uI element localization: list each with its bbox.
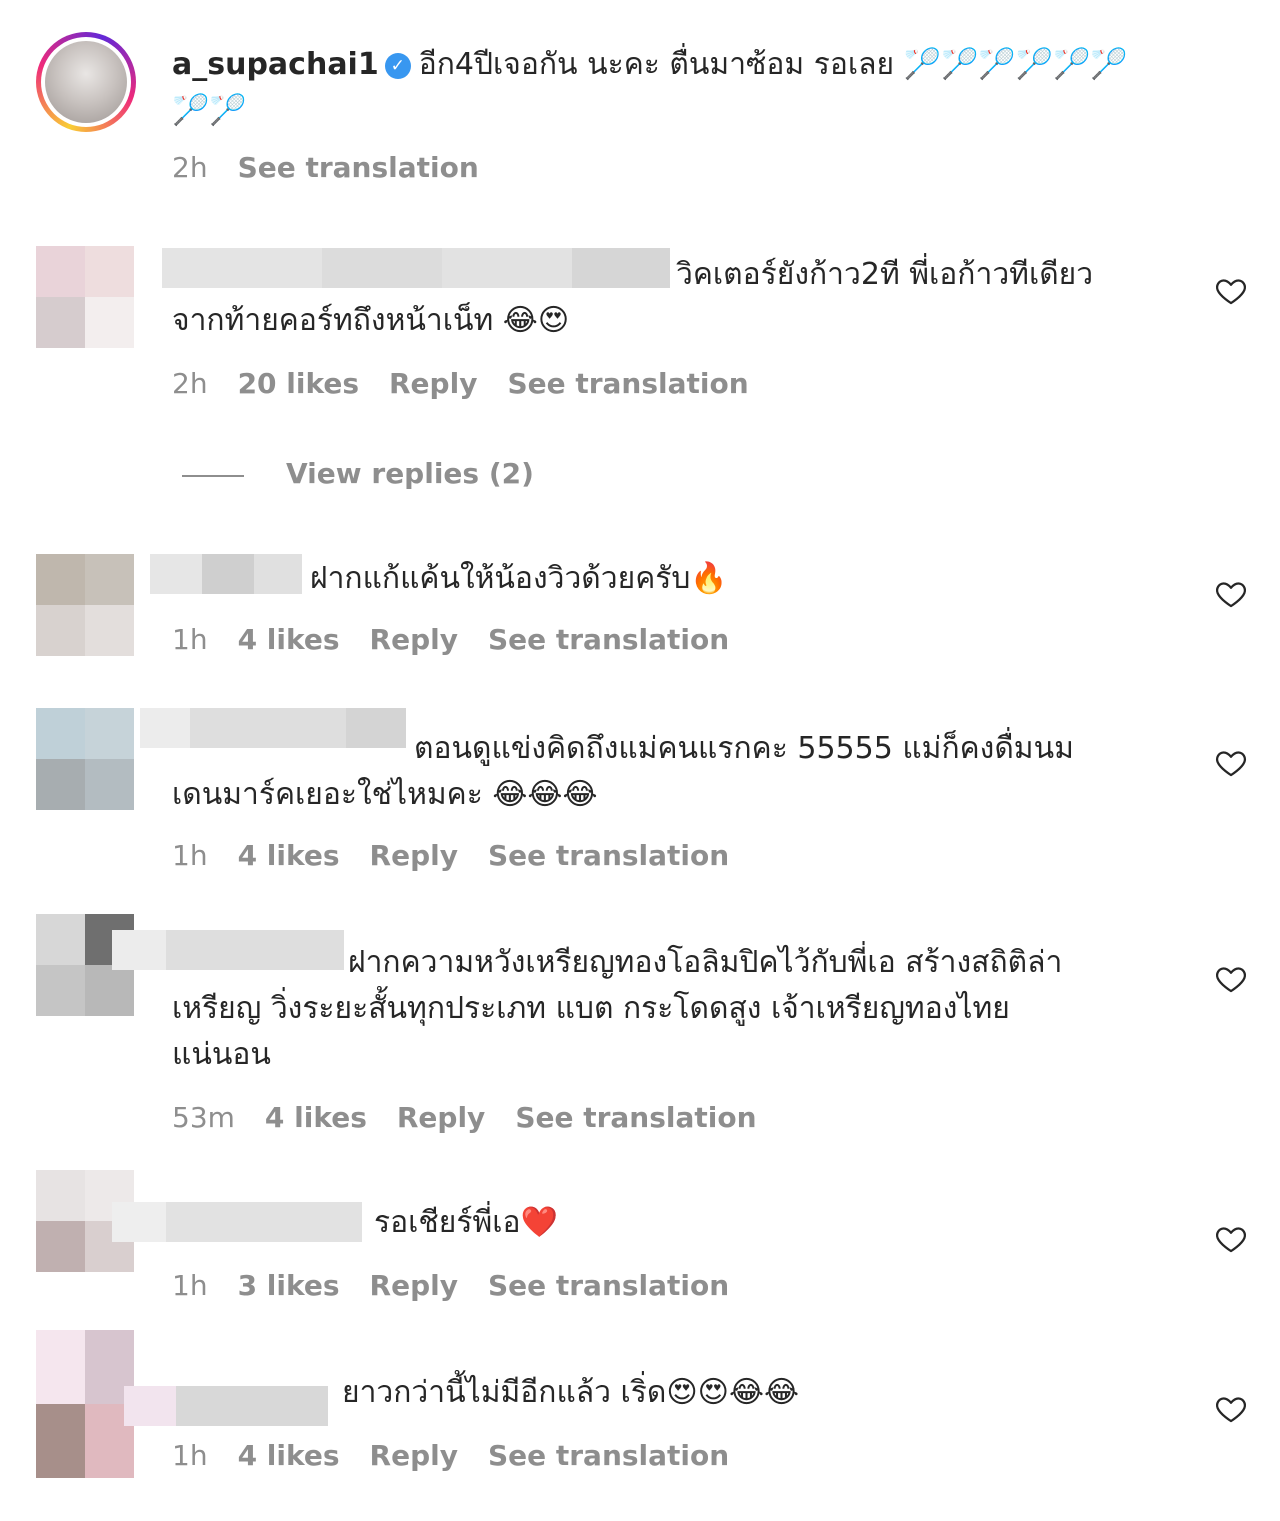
comment-time: 53m (172, 1101, 235, 1134)
comment-5-text: รอเชียร์พี่เอ❤️ (374, 1205, 558, 1240)
comment-4-text-line-3: แน่นอน (172, 1037, 271, 1072)
comment-3-text-line-1: ตอนดูแข่งคิดถึงแม่คนแรกคะ 55555 แม่ก็คงด… (414, 731, 1074, 766)
heart-outline-icon[interactable] (1214, 746, 1248, 780)
see-translation-link[interactable]: See translation (507, 367, 748, 400)
see-translation-link[interactable]: See translation (488, 839, 729, 872)
blurred-username-4[interactable] (112, 930, 344, 970)
commenter-avatar-1[interactable] (36, 246, 134, 348)
comment-3-meta: 1h 4 likes Reply See translation (172, 836, 759, 876)
heart-outline-icon[interactable] (1214, 274, 1248, 308)
commenter-avatar-6[interactable] (36, 1330, 134, 1478)
comment-1-meta: 2h 20 likes Reply See translation (172, 364, 779, 404)
reply-button[interactable]: Reply (389, 367, 477, 400)
comment-2-meta: 1h 4 likes Reply See translation (172, 620, 759, 660)
blurred-username-2[interactable] (150, 554, 302, 594)
reply-button[interactable]: Reply (370, 623, 458, 656)
caption-avatar[interactable] (36, 32, 136, 132)
caption-username[interactable]: a_supachai1 (172, 47, 379, 82)
see-translation-link[interactable]: See translation (488, 1439, 729, 1472)
see-translation-link[interactable]: See translation (515, 1101, 756, 1134)
comment-time: 1h (172, 623, 208, 656)
comment-2-text: ฝากแก้แค้นให้น้องวิวด้วยครับ🔥 (310, 561, 728, 596)
comment-likes[interactable]: 4 likes (265, 1101, 367, 1134)
comment-3-text-line-2: เดนมาร์คเยอะใช่ไหมคะ 😂😂😂 (172, 777, 598, 812)
comment-likes[interactable]: 4 likes (238, 623, 340, 656)
commenter-avatar-3[interactable] (36, 708, 134, 810)
see-translation-link[interactable]: See translation (488, 1269, 729, 1302)
heart-outline-icon[interactable] (1214, 577, 1248, 611)
commenter-avatar-2[interactable] (36, 554, 134, 656)
comment-6-text: ยาวกว่านี้ไม่มีอีกแล้ว เริ่ด😍😍😂😂 (342, 1375, 800, 1410)
comment-4-text-line-2: เหรียญ วิ่งระยะสั้นทุกประเภท แบต กระโดดส… (172, 991, 1010, 1026)
comment-1-text-line-1: วิคเตอร์ยังก้าว2ที พี่เอก้าวทีเดียว (676, 257, 1094, 292)
blurred-username-5[interactable] (112, 1202, 362, 1242)
caption-line-2: 🏸🏸 (172, 93, 247, 128)
reply-button[interactable]: Reply (370, 839, 458, 872)
comment-likes[interactable]: 20 likes (238, 367, 359, 400)
comment-4-meta: 53m 4 likes Reply See translation (172, 1098, 787, 1138)
comment-time: 1h (172, 1269, 208, 1302)
reply-button[interactable]: Reply (370, 1439, 458, 1472)
comment-time: 2h (172, 367, 208, 400)
comment-4-text-line-1: ฝากความหวังเหรียญทองโอลิมปิคไว้กับพี่เอ … (348, 945, 1063, 980)
blurred-username-6[interactable] (124, 1386, 328, 1426)
verified-badge-icon: ✓ (384, 53, 411, 79)
caption-time: 2h (172, 151, 208, 184)
blurred-username-1[interactable] (162, 248, 670, 288)
comment-likes[interactable]: 3 likes (238, 1269, 340, 1302)
view-replies-button[interactable]: View replies (2) (286, 454, 534, 494)
view-replies-divider (182, 475, 244, 477)
reply-button[interactable]: Reply (370, 1269, 458, 1302)
comment-likes[interactable]: 4 likes (238, 839, 340, 872)
comment-6-meta: 1h 4 likes Reply See translation (172, 1436, 759, 1476)
caption-line-1: a_supachai1 ✓ อีก4ปีเจอกัน นะคะ ตื่นมาซ้อม… (172, 42, 1128, 88)
heart-outline-icon[interactable] (1214, 1222, 1248, 1256)
comment-time: 1h (172, 1439, 208, 1472)
reply-button[interactable]: Reply (397, 1101, 485, 1134)
heart-outline-icon[interactable] (1214, 962, 1248, 996)
comment-1-text-line-2: จากท้ายคอร์ทถึงหน้าเน็ท 😂😍 (172, 303, 570, 338)
heart-outline-icon[interactable] (1214, 1392, 1248, 1426)
see-translation-link[interactable]: See translation (488, 623, 729, 656)
caption-text: อีก4ปีเจอกัน นะคะ ตื่นมาซ้อม รอเลย 🏸🏸🏸🏸🏸… (418, 47, 1128, 82)
caption-see-translation[interactable]: See translation (238, 151, 479, 184)
comment-time: 1h (172, 839, 208, 872)
blurred-username-3[interactable] (140, 708, 406, 748)
comment-likes[interactable]: 4 likes (238, 1439, 340, 1472)
comment-5-meta: 1h 3 likes Reply See translation (172, 1266, 759, 1306)
caption-meta: 2h See translation (172, 148, 509, 188)
